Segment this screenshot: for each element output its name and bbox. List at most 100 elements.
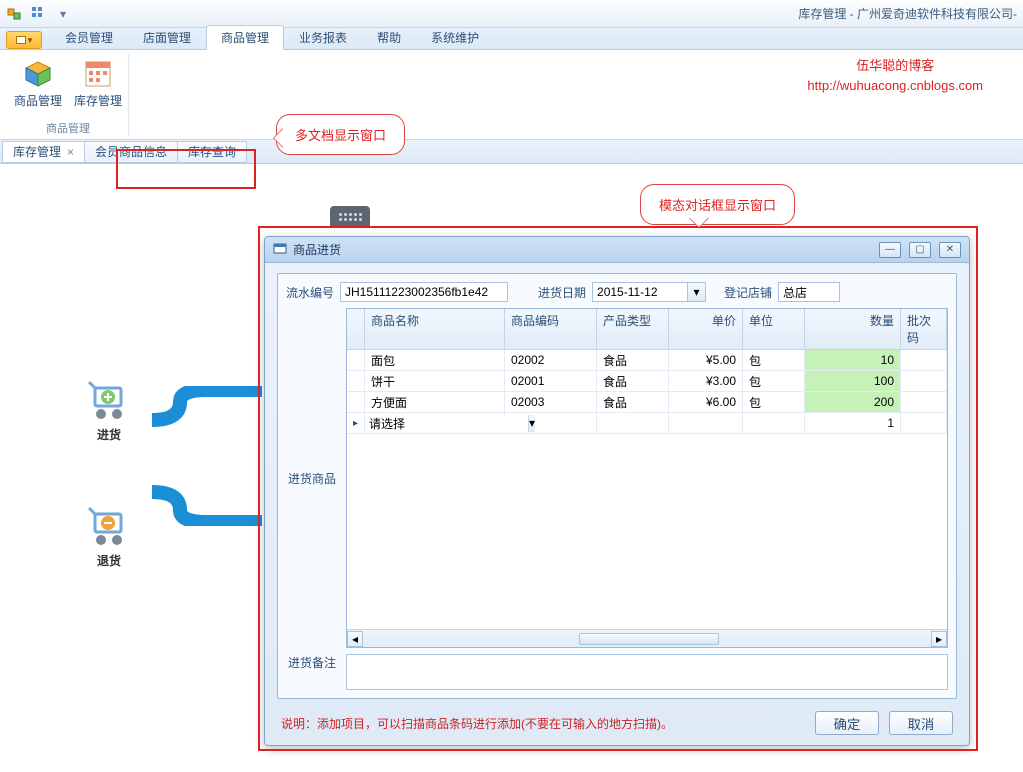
scroll-left-icon[interactable]: ◂ [347,631,363,647]
callout-modal: 模态对话框显示窗口 [640,184,795,225]
cell-code[interactable]: 02001 [505,371,597,391]
table-row-new[interactable]: ▾1 [347,413,947,434]
cell-unit[interactable]: 包 [743,392,805,412]
col-batch[interactable]: 批次码 [901,309,947,349]
remarks-input[interactable] [346,654,948,690]
callout-multidoc: 多文档显示窗口 [276,114,405,155]
ribbon-btn-label: 库存管理 [74,92,122,109]
col-code[interactable]: 商品编码 [505,309,597,349]
choose-input[interactable] [365,415,528,432]
table-row[interactable]: 方便面02003食品¥6.00包200 [347,392,947,413]
flow-arrow-in [152,386,262,428]
scroll-thumb[interactable] [579,633,719,645]
blog-line2: http://wuhuacong.cnblogs.com [807,76,983,96]
cell-price[interactable]: ¥5.00 [669,350,743,370]
row-selector[interactable] [347,413,365,433]
ribbon-btn-product-mgmt[interactable]: 商品管理 [14,58,62,109]
cell-price[interactable] [669,413,743,433]
ribbon-btn-label: 商品管理 [14,92,62,109]
quick-dropdown-icon[interactable]: ▾ [54,5,72,23]
cell-unit[interactable] [743,413,805,433]
cell-price[interactable]: ¥3.00 [669,371,743,391]
store-input[interactable] [778,282,840,302]
menu-tab-0[interactable]: 会员管理 [50,25,128,49]
cell-name[interactable]: 面包 [365,350,505,370]
cell-unit[interactable]: 包 [743,350,805,370]
cell-type[interactable]: 食品 [597,392,669,412]
instruction-text: 说明：添加项目，可以扫描商品条码进行添加(不要在可输入的地方扫描)。 [281,715,673,732]
stock-grid[interactable]: 商品名称 商品编码 产品类型 单价 单位 数量 批次码 面包02002食品¥5.… [346,308,948,648]
col-price[interactable]: 单价 [669,309,743,349]
dialog-title: 商品进货 [293,241,341,258]
dialog-titlebar[interactable]: 商品进货 — ▢ ✕ [265,237,969,263]
cell-qty[interactable]: 100 [805,371,901,391]
cell-unit[interactable]: 包 [743,371,805,391]
flow-arrow-out [152,484,262,526]
remarks-label: 进货备注 [286,654,340,671]
flow-in[interactable]: 进货 [85,378,133,443]
date-dropdown-icon[interactable]: ▾ [688,282,706,302]
scroll-right-icon[interactable]: ▸ [931,631,947,647]
cell-price[interactable]: ¥6.00 [669,392,743,412]
cell-type[interactable]: 食品 [597,371,669,391]
col-unit[interactable]: 单位 [743,309,805,349]
maximize-button[interactable]: ▢ [909,242,931,258]
close-button[interactable]: ✕ [939,242,961,258]
cell-qty[interactable]: 1 [805,413,901,433]
serial-input[interactable] [340,282,508,302]
cell-code[interactable] [505,413,597,433]
cell-type[interactable] [597,413,669,433]
work-area: 多文档显示窗口 模态对话框显示窗口 进货 退货 商品进货 — [0,164,1023,772]
row-selector[interactable] [347,392,365,412]
dialog-grip[interactable] [330,206,370,228]
cell-batch[interactable] [901,392,947,412]
ok-button[interactable]: 确定 [815,711,879,735]
flow-out[interactable]: 退货 [85,504,133,569]
cell-batch[interactable] [901,350,947,370]
row-selector[interactable] [347,350,365,370]
table-row[interactable]: 饼干02001食品¥3.00包100 [347,371,947,392]
dialog-icon [273,241,287,258]
menu-tab-1[interactable]: 店面管理 [128,25,206,49]
cell-qty[interactable]: 200 [805,392,901,412]
cancel-button[interactable]: 取消 [889,711,953,735]
quick-icon-1[interactable] [6,5,24,23]
grid-side-label: 进货商品 [286,308,340,648]
menu-tab-4[interactable]: 帮助 [362,25,416,49]
store-label: 登记店铺 [724,284,772,301]
ribbon-btn-inventory-mgmt[interactable]: 库存管理 [74,58,122,109]
app-menu-button[interactable]: ▾ [6,31,42,49]
menu-tab-5[interactable]: 系统维护 [416,25,494,49]
col-qty[interactable]: 数量 [805,309,901,349]
cell-type[interactable]: 食品 [597,350,669,370]
ribbon-group-title: 商品管理 [46,120,90,136]
cell-code[interactable]: 02002 [505,350,597,370]
doc-tab-1[interactable]: 会员商品信息 [84,141,178,163]
col-name[interactable]: 商品名称 [365,309,505,349]
table-row[interactable]: 面包02002食品¥5.00包10 [347,350,947,371]
cell-name[interactable]: 饼干 [365,371,505,391]
ribbon-group-products: 商品管理 库存管理 商品管理 [8,54,129,136]
cell-name-choose[interactable]: ▾ [365,413,505,433]
quick-icon-2[interactable] [30,5,48,23]
flow-out-label: 退货 [97,552,121,569]
cell-name[interactable]: 方便面 [365,392,505,412]
row-selector[interactable] [347,371,365,391]
cell-qty[interactable]: 10 [805,350,901,370]
grid-hscrollbar[interactable]: ◂ ▸ [347,629,947,647]
date-input[interactable] [592,282,688,302]
flow-in-label: 进货 [97,426,121,443]
doc-tab-0[interactable]: 库存管理× [2,141,85,163]
cell-batch[interactable] [901,413,947,433]
col-type[interactable]: 产品类型 [597,309,669,349]
cell-code[interactable]: 02003 [505,392,597,412]
minimize-button[interactable]: — [879,242,901,258]
ribbon: 商品管理 库存管理 商品管理 伍华聪的博客 http://wuhuacong.c… [0,50,1023,140]
menu-tab-2[interactable]: 商品管理 [206,25,284,50]
grid-header: 商品名称 商品编码 产品类型 单价 单位 数量 批次码 [347,309,947,350]
cell-batch[interactable] [901,371,947,391]
doc-tab-2[interactable]: 库存查询 [177,141,247,163]
close-icon[interactable]: × [67,145,74,159]
menu-tab-3[interactable]: 业务报表 [284,25,362,49]
menu-tabs: ▾ 会员管理店面管理商品管理业务报表帮助系统维护 [0,28,1023,50]
